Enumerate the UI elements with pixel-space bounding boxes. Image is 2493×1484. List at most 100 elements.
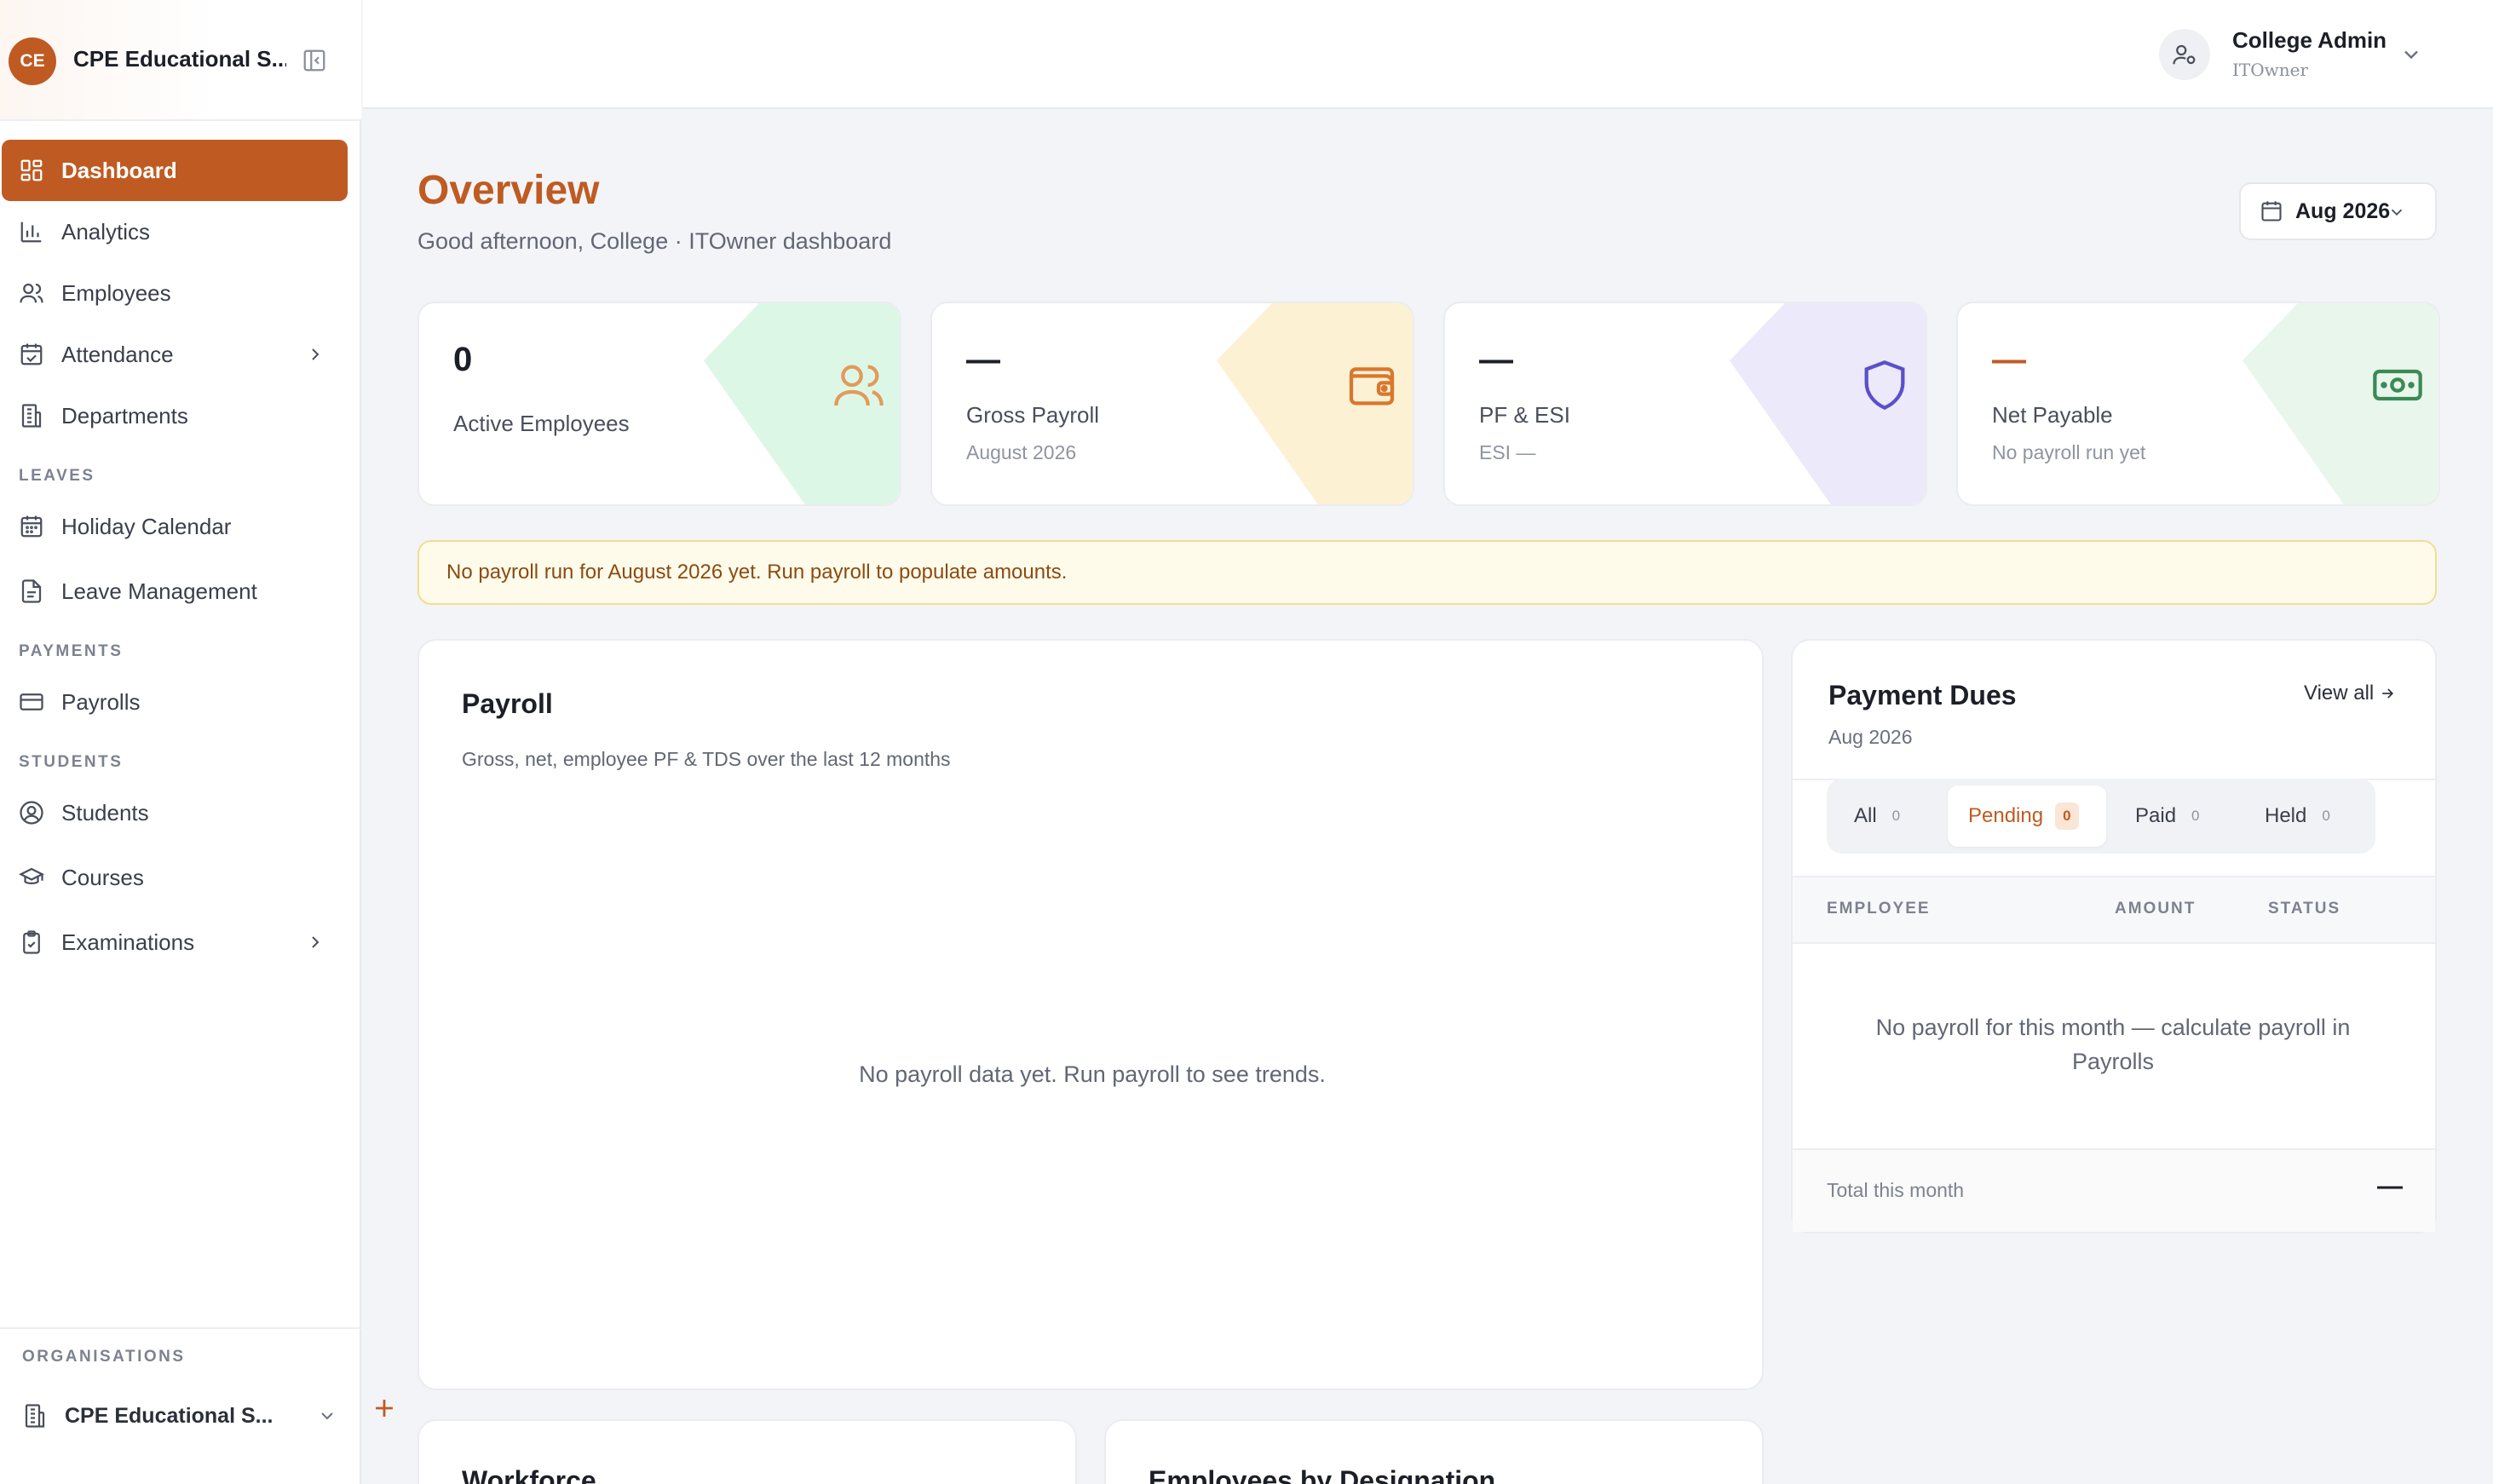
users-icon [20,283,43,303]
payment-dues-month: Aug 2026 [1828,726,1913,748]
dues-table-header: EMPLOYEE AMOUNT STATUS [1793,876,2435,944]
calendar-icon [2261,201,2282,221]
tab-count: 0 [1891,808,1901,824]
kpi-value: — [966,341,1000,378]
page-title: Overview [417,168,600,213]
sidebar-item-payrolls[interactable]: Payrolls [2,671,348,733]
column-amount[interactable]: AMOUNT [2115,900,2196,918]
section-label-students: STUDENTS [19,753,124,771]
organisation-name: CPE Educational S... [65,1403,273,1428]
tab-held[interactable]: Held 0 [2244,785,2363,847]
dashboard-icon [20,159,43,181]
sidebar-item-students[interactable]: Students [2,782,348,843]
kpi-sublabel: ESI — [1479,441,1536,463]
building-icon [21,404,42,428]
building-icon [25,1404,45,1428]
view-all-link[interactable]: View all [2304,682,2396,705]
view-all-label: View all [2304,682,2375,705]
kpi-net-payable[interactable]: — Net Payable No payroll run yet [1956,302,2440,506]
sidebar-item-label: Attendance [61,341,174,367]
sidebar-item-label: Holiday Calendar [61,513,232,539]
sidebar-item-attendance[interactable]: Attendance [2,324,348,385]
designation-title: Employees by Designation [1149,1465,1496,1484]
brand-name[interactable]: CPE Educational S... [73,46,286,72]
user-avatar[interactable] [2159,29,2210,80]
wallet-icon [1349,367,1395,406]
kpi-gross-payroll[interactable]: — Gross Payroll August 2026 [930,302,1414,506]
kpi-label: Net Payable [1992,402,2113,428]
kpi-value: — [1479,341,1513,378]
sidebar-item-label: Employees [61,279,171,306]
sidebar-collapse-icon[interactable] [302,48,327,73]
dues-total-row: Total this month — [1793,1148,2435,1232]
sidebar-item-label: Courses [61,864,144,890]
credit-card-icon [20,693,43,710]
clipboard-check-icon [23,930,40,954]
calendar-icon [20,515,43,538]
banknote-icon [2373,369,2422,401]
payroll-alert-banner: No payroll run for August 2026 yet. Run … [417,540,2437,605]
tab-label: Paid [2135,804,2177,827]
graduation-cap-icon [19,867,44,884]
kpi-label: Gross Payroll [966,402,1100,428]
sidebar-item-employees[interactable]: Employees [2,262,348,324]
payroll-card-subtitle: Gross, net, employee PF & TDS over the l… [462,748,951,770]
sidebar-item-label: Analytics [61,218,151,244]
bar-chart-icon [20,221,42,243]
chevron-down-icon [321,1412,333,1420]
column-status[interactable]: STATUS [2268,900,2340,918]
payroll-chart-card: Payroll Gross, net, employee PF & TDS ov… [417,639,1764,1390]
chevron-right-icon [312,936,320,948]
sidebar-item-label: Students [61,799,149,825]
sidebar-item-label: Examinations [61,929,195,955]
month-picker-label: Aug 2026 [2295,198,2391,223]
organisation-select[interactable]: CPE Educational S... [22,1390,337,1441]
sidebar-item-label: Payrolls [61,688,141,715]
sidebar-item-courses[interactable]: Courses [2,847,348,908]
payroll-empty-message: No payroll data yet. Run payroll to see … [859,1061,1326,1087]
tab-label: Pending [1968,804,2044,827]
brand-header: CE CPE Educational S... [0,0,361,121]
brand-logo: CE [9,37,56,85]
user-role: ITOwner [2232,60,2309,80]
total-label: Total this month [1827,1179,1965,1201]
section-label-leaves: LEAVES [19,467,95,485]
month-picker-button[interactable]: Aug 2026 [2239,182,2437,240]
kpi-active-employees[interactable]: 0 Active Employees [417,302,901,506]
chevron-right-icon [312,348,320,360]
add-organisation-icon[interactable] [370,1394,399,1423]
kpi-value: — [1992,341,2026,378]
tab-label: All [1854,804,1877,827]
payroll-card-title: Payroll [462,688,553,719]
tab-paid[interactable]: Paid 0 [2115,785,2234,847]
kpi-label: Active Employees [453,411,630,436]
sidebar-item-holiday-calendar[interactable]: Holiday Calendar [2,496,348,557]
sidebar-item-label: Dashboard [61,157,177,183]
column-employee[interactable]: EMPLOYEE [1827,900,1931,918]
sidebar-item-dashboard[interactable]: Dashboard [2,140,348,201]
calendar-check-icon [20,343,43,365]
designation-card: Employees by Designation [1104,1419,1764,1484]
sidebar-item-leave-management[interactable]: Leave Management [2,561,348,622]
shield-icon [1864,360,1905,411]
sidebar-item-examinations[interactable]: Examinations [2,912,348,973]
file-text-icon [21,579,42,603]
arrow-right-icon [2382,688,2394,699]
dues-filter-tabs: All 0 Pending 0 Paid 0 Held 0 [1827,779,2375,854]
user-name[interactable]: College Admin [2232,27,2386,54]
sidebar-item-departments[interactable]: Departments [2,385,348,446]
payment-dues-title: Payment Dues [1828,680,2017,710]
users-icon [834,365,884,406]
sidebar-item-analytics[interactable]: Analytics [2,201,348,262]
sidebar: CE CPE Educational S... Dashboard Analyt… [0,0,361,1484]
tab-all[interactable]: All 0 [1834,785,1941,847]
chevron-down-icon[interactable] [2399,43,2423,66]
chevron-down-icon [2391,209,2403,216]
tab-label: Held [2265,804,2307,827]
dues-empty-message: No payroll for this month — calculate pa… [1875,1015,2351,1074]
kpi-pf-esi[interactable]: — PF & ESI ESI — [1443,302,1927,506]
tab-pending[interactable]: Pending 0 [1948,785,2106,847]
workforce-card: Workforce [417,1419,1077,1484]
user-circle-icon [20,801,43,825]
tab-count: 0 [2191,808,2200,824]
